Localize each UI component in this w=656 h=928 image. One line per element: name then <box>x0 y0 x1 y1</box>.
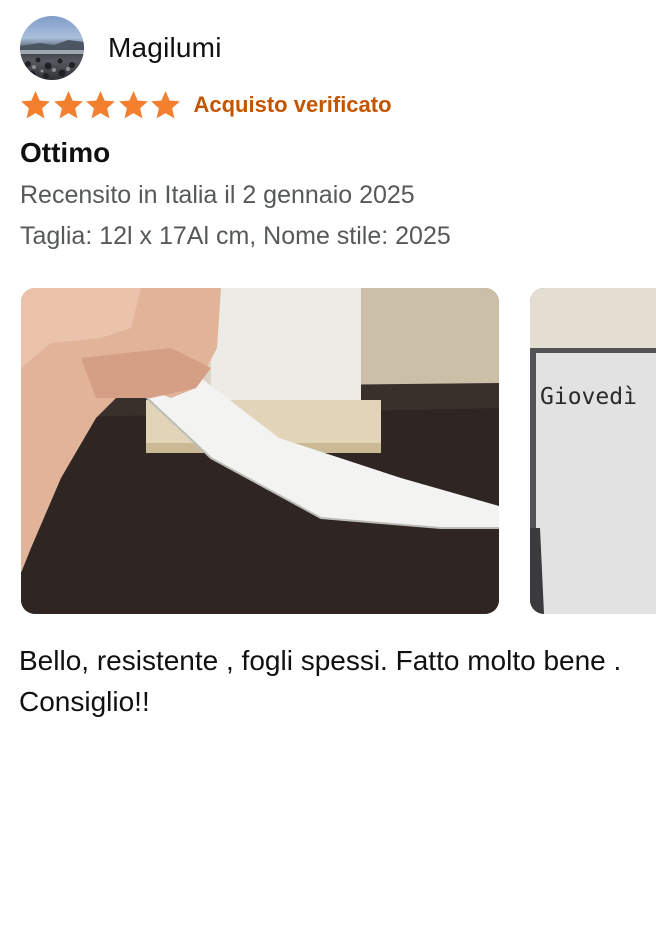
review-title: Ottimo <box>20 137 111 168</box>
star-icon <box>118 91 148 119</box>
svg-text:Giovedì: Giovedì <box>540 384 637 410</box>
review-card: Magilumi Acquisto verificato Ottimo Rece… <box>0 0 656 928</box>
star-icon <box>86 91 115 119</box>
review-media-strip[interactable]: Giovedì <box>0 288 656 614</box>
review-date: Recensito in Italia il 2 gennaio 2025 <box>20 181 415 209</box>
rating-row: Acquisto verificato <box>19 89 392 121</box>
review-image[interactable]: Giovedì <box>530 288 656 614</box>
avatar[interactable] <box>20 16 84 80</box>
star-icon <box>53 91 83 119</box>
review-variant: Taglia: 12l x 17Al cm, Nome stile: 2025 <box>20 222 451 250</box>
verified-purchase-badge: Acquisto verificato <box>193 92 392 117</box>
review-photo-calendar-page: Giovedì <box>530 288 656 614</box>
star-rating <box>19 89 182 121</box>
beach-photo-avatar-icon <box>20 40 84 79</box>
review-image[interactable] <box>21 288 499 614</box>
star-icon <box>151 91 180 119</box>
review-photo-calendar <box>21 288 499 614</box>
star-icon <box>21 91 50 119</box>
reviewer-header[interactable]: Magilumi <box>20 16 222 80</box>
review-body: Bello, resistente , fogli spessi. Fatto … <box>19 645 622 717</box>
reviewer-name[interactable]: Magilumi <box>108 32 222 64</box>
